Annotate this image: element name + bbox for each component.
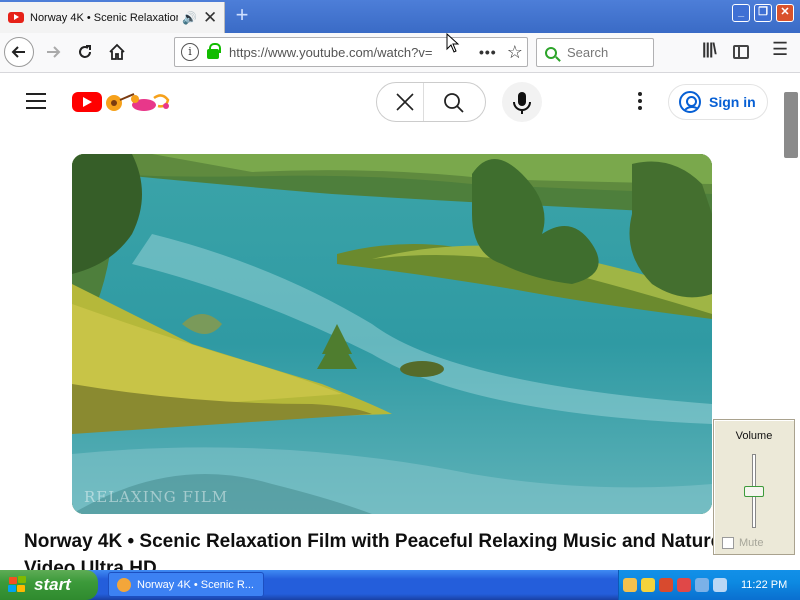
more-vert-icon[interactable]	[632, 92, 648, 112]
youtube-doodle-icon[interactable]	[104, 90, 174, 114]
clear-icon[interactable]	[395, 92, 415, 112]
reload-icon	[79, 45, 91, 58]
sidebar-icon[interactable]	[733, 45, 749, 59]
voice-search-button[interactable]	[502, 82, 542, 122]
back-button[interactable]	[4, 37, 34, 67]
account-icon	[679, 91, 701, 113]
video-frame	[72, 154, 712, 514]
hamburger-icon[interactable]	[26, 93, 46, 109]
mute-checkbox[interactable]	[722, 537, 734, 549]
window-close-button[interactable]: ✕	[776, 4, 794, 22]
back-arrow-icon	[11, 46, 25, 58]
tray-security-icon[interactable]	[659, 578, 673, 592]
page-actions-button[interactable]: •••	[479, 44, 497, 60]
video-player[interactable]: RELAXING FILM	[72, 154, 712, 514]
search-engine-icon	[545, 46, 557, 59]
sign-in-label: Sign in	[709, 94, 756, 110]
forward-arrow-icon	[47, 46, 61, 58]
browser-tab[interactable]: Norway 4K • Scenic Relaxation 🔊 ✕	[0, 2, 225, 33]
volume-title: Volume	[735, 430, 773, 442]
page-scrollbar-thumb[interactable]	[784, 92, 798, 158]
volume-slider-knob[interactable]	[744, 485, 764, 497]
taskbar-clock[interactable]: 11:22 PM	[741, 579, 787, 591]
windows-flag-icon	[8, 576, 28, 594]
lock-icon[interactable]	[207, 43, 221, 59]
youtube-favicon-icon	[8, 12, 24, 23]
reload-button[interactable]	[70, 37, 100, 67]
info-icon[interactable]: i	[181, 43, 199, 61]
mute-label: Mute	[739, 537, 764, 549]
search-divider	[423, 83, 424, 121]
menu-icon[interactable]: ☰	[772, 39, 788, 60]
search-icon[interactable]	[443, 92, 465, 114]
url-bar[interactable]: i https://www.youtube.com/watch?v= ••• ☆	[174, 37, 528, 67]
start-button[interactable]: start	[0, 570, 98, 600]
home-icon	[109, 43, 125, 60]
forward-button[interactable]	[38, 37, 68, 67]
tab-title: Norway 4K • Scenic Relaxation	[30, 11, 178, 24]
window-restore-button[interactable]: ❐	[754, 4, 772, 22]
tray-shield-icon[interactable]	[641, 578, 655, 592]
home-button[interactable]	[102, 37, 132, 67]
youtube-logo-icon[interactable]	[72, 92, 102, 112]
volume-popup: Volume Mute	[713, 419, 795, 555]
screen: Norway 4K • Scenic Relaxation 🔊 ✕ + _ ❐ …	[0, 0, 800, 600]
mic-icon	[513, 92, 531, 114]
browser-search-box[interactable]: Search	[536, 38, 654, 67]
system-tray: 11:22 PM	[618, 570, 800, 600]
browser-search-placeholder: Search	[567, 45, 609, 60]
firefox-icon	[117, 577, 131, 592]
speaker-icon[interactable]: 🔊	[182, 11, 197, 25]
new-tab-plus-icon[interactable]: +	[231, 4, 253, 28]
taskbar-window-button[interactable]: Norway 4K • Scenic R...	[108, 572, 264, 597]
youtube-search-pill[interactable]	[376, 82, 486, 122]
sign-in-button[interactable]: Sign in	[668, 84, 768, 120]
tray-app-icon[interactable]	[695, 578, 709, 592]
youtube-masthead: Sign in	[0, 74, 782, 130]
start-label: start	[34, 575, 71, 594]
video-watermark: RELAXING FILM	[84, 488, 229, 506]
tray-network-icon[interactable]	[623, 578, 637, 592]
library-icon[interactable]: |||\	[702, 41, 717, 59]
url-text[interactable]: https://www.youtube.com/watch?v=	[229, 45, 449, 60]
window-minimize-button[interactable]: _	[732, 4, 750, 22]
mouse-cursor-icon	[446, 33, 460, 53]
tray-volume-icon[interactable]	[713, 578, 727, 592]
browser-toolbar: i https://www.youtube.com/watch?v= ••• ☆…	[0, 33, 800, 73]
browser-tabstrip: Norway 4K • Scenic Relaxation 🔊 ✕ + _ ❐ …	[0, 0, 800, 33]
windows-taskbar: start Norway 4K • Scenic R... 11:22 PM	[0, 570, 800, 600]
bookmark-star-icon[interactable]: ☆	[507, 42, 523, 63]
taskbar-window-label: Norway 4K • Scenic R...	[137, 578, 254, 591]
tray-alert-icon[interactable]	[677, 578, 691, 592]
tab-close-icon[interactable]: ✕	[203, 9, 217, 26]
